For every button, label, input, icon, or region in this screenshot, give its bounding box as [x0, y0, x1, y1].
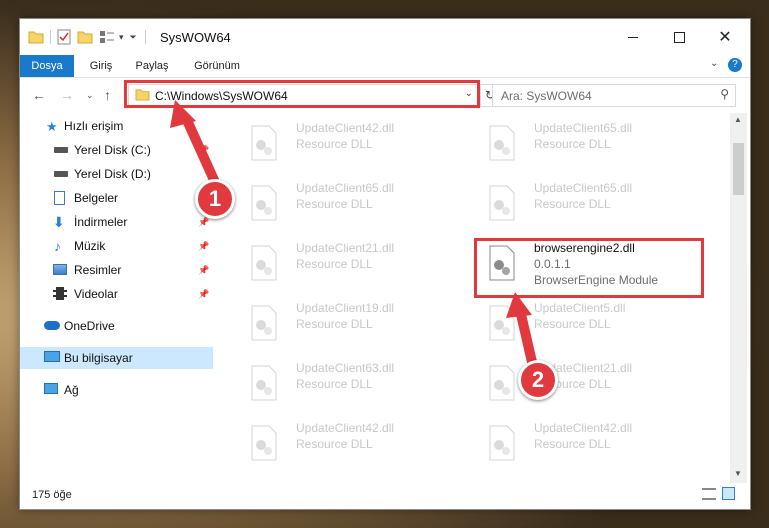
arrow-to-dll-file [506, 292, 537, 367]
annotation-arrows [170, 100, 537, 367]
arrow-to-address-bar [170, 100, 219, 185]
step-badge-1: 1 [195, 179, 235, 219]
step-badge-2: 2 [518, 360, 558, 400]
